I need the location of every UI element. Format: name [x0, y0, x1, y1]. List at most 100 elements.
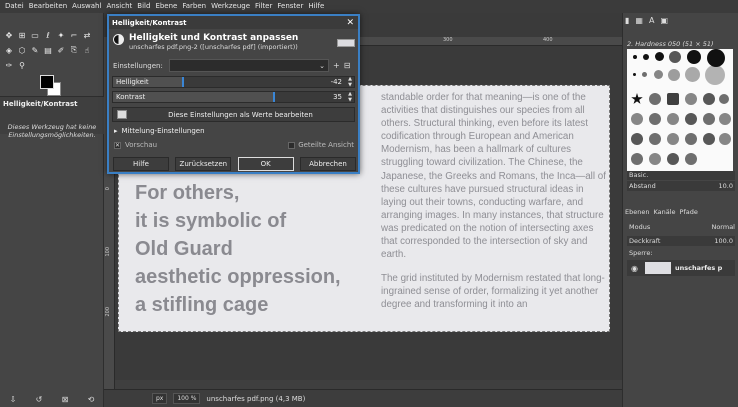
layer-row[interactable]: ◉ unscharfes p	[627, 260, 735, 276]
smudge-tool-icon[interactable]: ☝	[82, 45, 92, 55]
fuzzy-select-tool-icon[interactable]: ✦	[56, 30, 66, 40]
menu-werkzeuge[interactable]: Werkzeuge	[210, 0, 254, 13]
menu-fenster[interactable]: Fenster	[276, 0, 307, 13]
brush-preview[interactable]	[685, 93, 697, 105]
brush-preview[interactable]	[685, 133, 697, 145]
brushes-tab-icon[interactable]: ▮	[625, 16, 629, 25]
menu-auswahl[interactable]: Auswahl	[71, 0, 105, 13]
preview-checkbox[interactable]: ✕	[114, 141, 121, 149]
delete-icon[interactable]: ⊠	[62, 395, 69, 404]
cancel-button[interactable]: Abbrechen	[299, 157, 356, 171]
brush-preview[interactable]	[703, 133, 715, 145]
unit-select[interactable]: px	[152, 393, 168, 404]
brush-preview[interactable]	[703, 93, 715, 105]
split-view-toggle[interactable]: Geteilte Ansicht	[288, 141, 354, 149]
brush-preview[interactable]	[705, 65, 725, 85]
brush-preview[interactable]	[719, 113, 731, 125]
mode-select[interactable]: Normal	[711, 223, 735, 231]
brush-tool-icon[interactable]: ✐	[56, 45, 66, 55]
brush-preview[interactable]	[685, 113, 697, 125]
brush-preview[interactable]	[633, 55, 637, 59]
tab-kanaele[interactable]: Kanäle	[653, 207, 675, 217]
menu-datei[interactable]: Datei	[4, 0, 28, 13]
paint-tool-icon[interactable]: ✎	[30, 45, 40, 55]
align-tool-icon[interactable]: ⊞	[17, 30, 27, 40]
brush-grid[interactable]	[627, 49, 733, 171]
unified-transform-tool-icon[interactable]: ⇄	[82, 30, 92, 40]
gradient-tool-icon[interactable]: ▤	[43, 45, 53, 55]
add-preset-icon[interactable]: +	[333, 61, 340, 70]
brush-preview[interactable]	[667, 93, 679, 105]
contrast-spin-icon[interactable]: ▲ ▼	[348, 91, 352, 103]
brush-preview[interactable]	[633, 73, 636, 76]
menu-hilfe[interactable]: Hilfe	[307, 0, 328, 13]
visibility-eye-icon[interactable]: ◉	[631, 264, 641, 273]
brush-preview[interactable]	[654, 70, 663, 79]
close-icon[interactable]: ✕	[346, 18, 358, 28]
menu-filter[interactable]: Filter	[254, 0, 276, 13]
brush-preview[interactable]	[631, 153, 643, 165]
layer-name[interactable]: unscharfes p	[675, 264, 722, 272]
dialog-titlebar[interactable]: Helligkeit/Kontrast ✕	[109, 16, 358, 29]
brush-preview[interactable]	[685, 67, 700, 82]
path-tool-icon[interactable]: ✑	[4, 60, 14, 70]
tab-ebenen[interactable]: Ebenen	[625, 207, 649, 217]
menu-ansicht[interactable]: Ansicht	[105, 0, 136, 13]
color-picker-tool-icon[interactable]: ⚲	[17, 60, 27, 70]
menu-bild[interactable]: Bild	[136, 0, 154, 13]
foreground-color[interactable]	[40, 75, 54, 89]
brush-preview[interactable]	[631, 133, 643, 145]
brush-preview[interactable]	[631, 93, 643, 104]
tab-pfade[interactable]: Pfade	[680, 207, 698, 217]
brightness-slider[interactable]: Helligkeit -42 ▲ ▼	[112, 76, 355, 88]
edit-as-values-button[interactable]: Diese Einstellungen als Werte bearbeiten	[112, 107, 355, 122]
brush-preview[interactable]	[655, 52, 664, 61]
brush-preview[interactable]	[667, 153, 679, 165]
document-history-tab-icon[interactable]: ▣	[660, 16, 668, 25]
split-view-checkbox[interactable]	[288, 141, 296, 149]
ok-button[interactable]: OK	[237, 157, 294, 171]
brush-preview[interactable]	[669, 51, 681, 63]
clone-tool-icon[interactable]: ⎘	[69, 45, 79, 55]
lasso-tool-icon[interactable]: ℓ	[43, 30, 53, 40]
crop-tool-icon[interactable]: ⌐	[69, 30, 79, 40]
reset-button[interactable]: Zurücksetzen	[175, 157, 232, 171]
brush-preview[interactable]	[643, 54, 649, 60]
spacing-field[interactable]: Abstand 10.0	[627, 181, 735, 191]
save-preset-icon[interactable]: ⇩	[10, 395, 17, 404]
warp-tool-icon[interactable]: ◈	[4, 45, 14, 55]
patterns-tab-icon[interactable]: ▦	[635, 16, 643, 25]
brush-preview[interactable]	[642, 72, 647, 77]
reset-icon[interactable]: ↺	[36, 395, 43, 404]
brush-preview[interactable]	[649, 113, 661, 125]
brush-preview[interactable]	[703, 113, 715, 125]
brush-preview[interactable]	[667, 113, 679, 125]
brush-preview[interactable]	[719, 133, 731, 145]
contrast-slider[interactable]: Kontrast 35 ▲ ▼	[112, 91, 355, 103]
preset-menu-icon[interactable]: ⊟	[344, 61, 351, 70]
move-tool-icon[interactable]: ✥	[4, 30, 14, 40]
rect-select-tool-icon[interactable]: ▭	[30, 30, 40, 40]
brush-preview[interactable]	[649, 153, 661, 165]
blend-options-expander[interactable]: ▸ Mittelung-Einstellungen	[114, 127, 205, 135]
brush-preview[interactable]	[687, 50, 701, 64]
brush-preview[interactable]	[668, 69, 680, 81]
settings-combo[interactable]: ⌄	[169, 59, 329, 72]
opacity-field[interactable]: Deckkraft 100.0	[627, 236, 735, 246]
brush-preview[interactable]	[685, 153, 697, 165]
zoom-select[interactable]: 100 %	[173, 393, 201, 404]
brush-preview[interactable]	[649, 133, 661, 145]
menu-bearbeiten[interactable]: Bearbeiten	[28, 0, 71, 13]
restore-icon[interactable]: ⟲	[88, 395, 95, 404]
help-button[interactable]: Hilfe	[113, 157, 169, 171]
menu-ebene[interactable]: Ebene	[154, 0, 181, 13]
menu-farben[interactable]: Farben	[181, 0, 210, 13]
brush-preview[interactable]	[649, 93, 661, 105]
brush-preview[interactable]	[667, 133, 679, 145]
cage-tool-icon[interactable]: ⬡	[17, 45, 27, 55]
brush-category[interactable]: Basic.	[627, 171, 735, 180]
brush-preview[interactable]	[719, 94, 729, 104]
horizontal-scrollbar[interactable]	[115, 380, 622, 389]
brush-preview[interactable]	[631, 113, 643, 125]
brightness-spin-icon[interactable]: ▲ ▼	[348, 76, 352, 88]
